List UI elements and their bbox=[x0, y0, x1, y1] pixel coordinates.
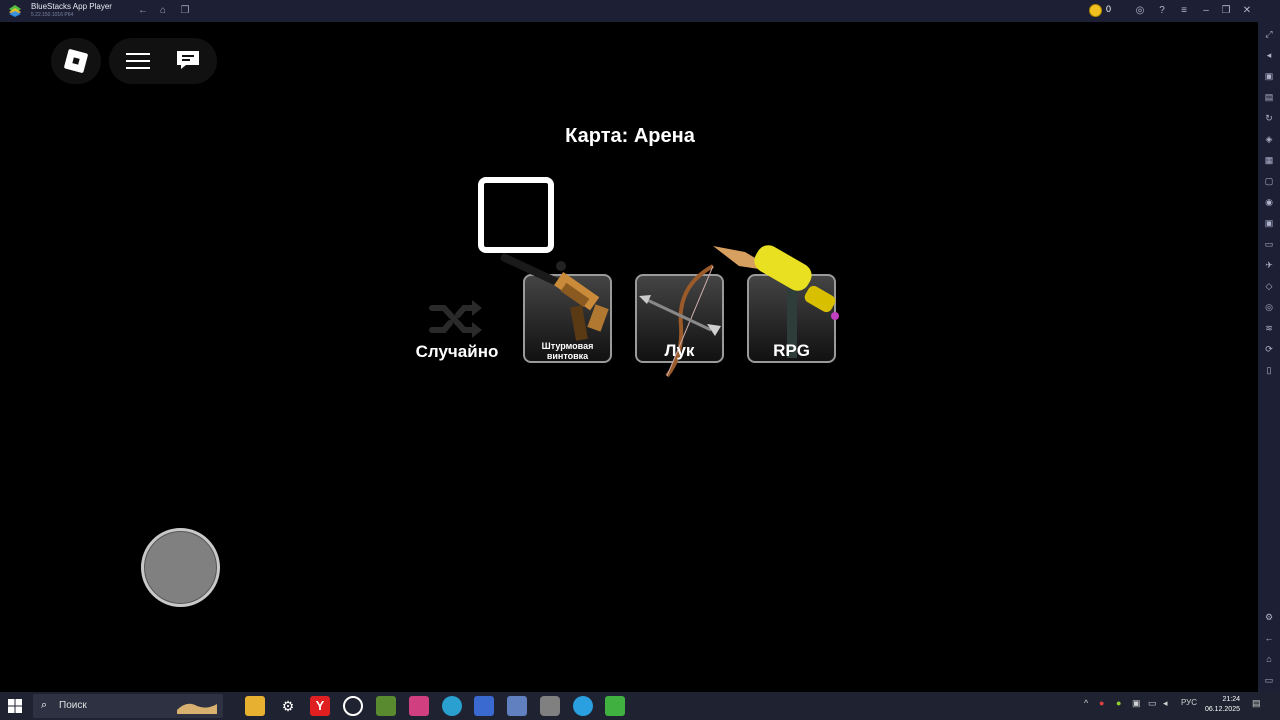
recent-apps-icon[interactable]: ▭ bbox=[1263, 674, 1275, 686]
menu-icon[interactable]: ≡ bbox=[1177, 3, 1191, 19]
minecraft-icon[interactable] bbox=[376, 696, 396, 716]
weapon-card-assault-rifle[interactable]: Штурмовая винтовка bbox=[500, 253, 612, 363]
fullscreen-icon[interactable]: ⤢ bbox=[1263, 28, 1275, 40]
window-version: 5.22.150.1016 P64 bbox=[31, 12, 74, 18]
folder-icon[interactable]: ▭ bbox=[1263, 238, 1275, 250]
tray-app2-icon[interactable]: ● bbox=[1116, 698, 1121, 708]
camera-icon[interactable] bbox=[540, 696, 560, 716]
minimize-icon[interactable]: – bbox=[1199, 3, 1213, 19]
record-icon[interactable]: ▣ bbox=[1263, 217, 1275, 229]
network-icon[interactable]: ▭ bbox=[1148, 698, 1157, 709]
home-nav-icon[interactable]: ⌂ bbox=[1263, 653, 1275, 665]
restore-icon[interactable]: ❐ bbox=[1219, 3, 1233, 19]
edge-icon[interactable] bbox=[442, 696, 462, 716]
volume-tray-icon[interactable]: ◂ bbox=[1163, 698, 1168, 709]
virtual-joystick[interactable] bbox=[141, 528, 220, 607]
window-titlebar: BlueStacks App Player 5.22.150.1016 P64 … bbox=[0, 0, 1280, 22]
multi-instance-icon[interactable]: ❐ bbox=[178, 4, 192, 18]
screenshot-icon[interactable]: ◉ bbox=[1263, 196, 1275, 208]
weapon-card-rpg[interactable]: RPG bbox=[713, 245, 839, 363]
search-icon: ⌕ bbox=[41, 699, 48, 711]
keyboard-icon[interactable]: ▣ bbox=[1263, 70, 1275, 82]
language-indicator[interactable]: РУС bbox=[1181, 698, 1197, 707]
selection-frame[interactable] bbox=[478, 177, 554, 253]
tray-overflow-icon[interactable]: ^ bbox=[1084, 698, 1088, 708]
apk-icon[interactable]: ▤ bbox=[1263, 91, 1275, 103]
yandex-browser-icon[interactable]: Y bbox=[310, 696, 330, 716]
weapon-label-bow: Лук bbox=[664, 341, 695, 360]
taskbar-search[interactable]: ⌕ Поиск bbox=[33, 694, 223, 718]
location-icon[interactable]: ◎ bbox=[1263, 301, 1275, 313]
coin-count: 0 bbox=[1106, 4, 1112, 14]
bluestacks-logo-icon bbox=[9, 5, 21, 17]
shake-icon[interactable]: ◈ bbox=[1263, 133, 1275, 145]
remote-desktop-icon[interactable] bbox=[474, 696, 494, 716]
more-icon[interactable]: ▯ bbox=[1263, 364, 1275, 376]
random-weapon-label[interactable]: Случайно bbox=[400, 342, 514, 362]
obs-icon[interactable] bbox=[343, 696, 363, 716]
account-icon[interactable]: ◎ bbox=[1133, 3, 1147, 19]
bluestacks-sidebar: ⤢ ◂ ▣ ▤ ↻ ◈ ▦ ▢ ◉ ▣ ▭ ✈ ◇ ◎ ≋ ⟳ ▯ ⚙ ← ⌂ … bbox=[1258, 22, 1280, 698]
search-placeholder: Поиск bbox=[59, 700, 87, 711]
close-icon[interactable]: ✕ bbox=[1240, 3, 1254, 19]
back-nav-icon[interactable]: ← bbox=[1263, 632, 1275, 644]
airplane-icon[interactable]: ✈ bbox=[1263, 259, 1275, 271]
sync-icon[interactable]: ⟳ bbox=[1263, 343, 1275, 355]
home-icon[interactable]: ⌂ bbox=[156, 4, 170, 18]
bluestacks-taskbar-icon[interactable] bbox=[605, 696, 625, 716]
notifications-icon[interactable]: ▤ bbox=[1252, 698, 1261, 709]
coin-icon[interactable] bbox=[1089, 4, 1102, 17]
hamburger-icon[interactable] bbox=[126, 53, 150, 69]
tray-app-icon[interactable]: ● bbox=[1099, 698, 1104, 708]
macro-icon[interactable]: ▢ bbox=[1263, 175, 1275, 187]
windows-taskbar: ⌕ Поиск ⚙ Y ^ ● ● ▣ ▭ ◂ РУС 21:24 06.12.… bbox=[0, 692, 1280, 720]
volume-icon[interactable]: ◂ bbox=[1263, 49, 1275, 61]
back-icon[interactable]: ← bbox=[136, 4, 150, 18]
telegram-icon[interactable] bbox=[573, 696, 593, 716]
windows-start-icon[interactable] bbox=[8, 699, 22, 713]
settings-icon[interactable]: ⚙ bbox=[1263, 611, 1275, 623]
search-highlight-icon bbox=[177, 703, 217, 714]
settings-app-icon[interactable]: ⚙ bbox=[278, 696, 298, 716]
rotate-icon[interactable]: ↻ bbox=[1263, 112, 1275, 124]
shuffle-icon[interactable] bbox=[428, 296, 484, 342]
help-icon[interactable]: ? bbox=[1155, 3, 1169, 19]
map-title: Карта: Арена bbox=[565, 125, 695, 147]
file-explorer-icon[interactable] bbox=[245, 696, 265, 716]
weapon-label-rpg: RPG bbox=[773, 341, 810, 360]
calculator-icon[interactable] bbox=[507, 696, 527, 716]
chat-icon[interactable] bbox=[176, 50, 200, 70]
layers-icon[interactable]: ≋ bbox=[1263, 322, 1275, 334]
window-title: BlueStacks App Player bbox=[31, 2, 112, 11]
weapon-label-assault-rifle: Штурмовая винтовка bbox=[541, 341, 594, 361]
system-clock[interactable]: 21:24 06.12.2025 bbox=[1200, 695, 1240, 715]
game-app-icon[interactable] bbox=[409, 696, 429, 716]
weapon-card-bow[interactable]: Лук bbox=[635, 264, 724, 378]
tray-app3-icon[interactable]: ▣ bbox=[1132, 698, 1141, 709]
eco-icon[interactable]: ◇ bbox=[1263, 280, 1275, 292]
performance-icon[interactable]: ▦ bbox=[1263, 154, 1275, 166]
